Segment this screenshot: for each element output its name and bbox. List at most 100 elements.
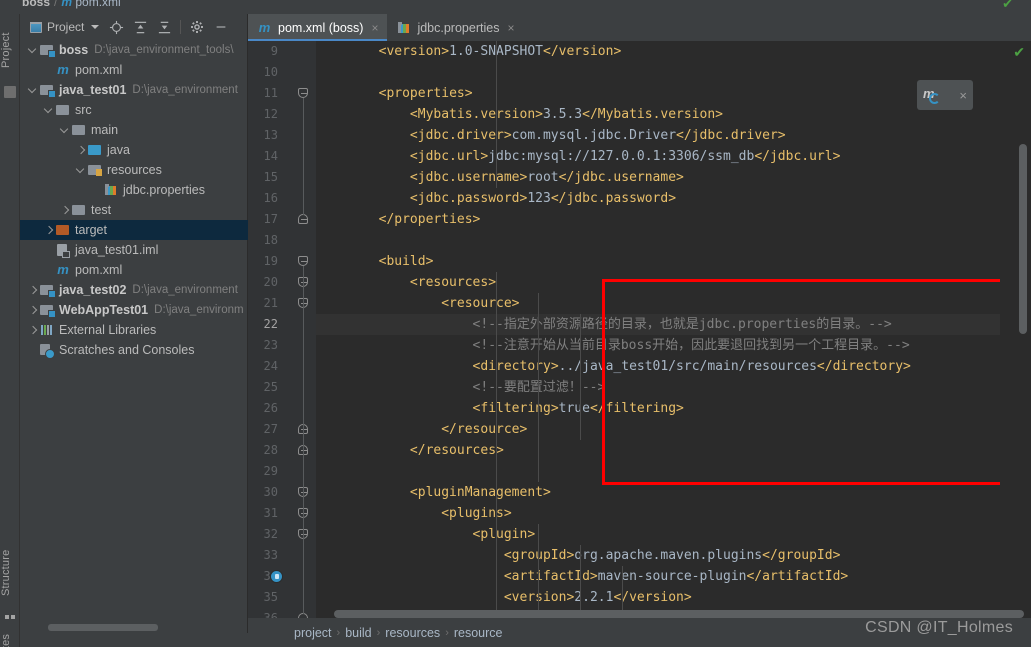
code-line[interactable]: <!--注意开始从当前目录boss开始，因此要退回找到另一个工程目录。--> [316,335,1000,356]
tree-item-java[interactable]: java [20,140,248,160]
tool-button-project[interactable]: Project [0,18,20,82]
code-line[interactable]: <directory>../java_test01/src/main/resou… [316,356,1000,377]
code-line[interactable]: <groupId>org.apache.maven.plugins</group… [316,545,1000,566]
breadcrumb-file[interactable]: pom.xml [75,0,120,9]
project-tool-window: Project boss D:\java_environment_tools\ m p… [20,14,248,633]
locate-icon[interactable] [105,16,127,38]
tree-item-boss[interactable]: boss D:\java_environment_tools\ [20,40,248,60]
tree-item-pom-xml[interactable]: m pom.xml [20,260,248,280]
editor-vertical-scrollbar-thumb[interactable] [1019,144,1027,334]
editor-horizontal-scrollbar[interactable] [316,610,1024,618]
maven-reload-icon[interactable]: m [923,86,941,104]
breadcrumb-separator: / [54,0,58,9]
code-line[interactable]: </resources> [316,440,1000,461]
breadcrumb-resource[interactable]: resource [454,626,503,640]
tree-item-java-test02[interactable]: java_test02 D:\java_environment [20,280,248,300]
code-line[interactable]: <version>1.0-SNAPSHOT</version> [316,41,1000,62]
close-icon[interactable]: × [371,21,378,35]
breadcrumb-resources[interactable]: resources [385,626,440,640]
breadcrumb-project[interactable]: project [294,626,332,640]
tree-item-resources[interactable]: resources [20,160,248,180]
tree-item-scratches-and-consoles[interactable]: Scratches and Consoles [20,340,248,360]
chevron-right-icon[interactable] [44,225,55,236]
project-tree[interactable]: boss D:\java_environment_tools\ m pom.xml ja… [20,40,248,623]
tree-item-label: java_test01.iml [75,243,159,257]
close-icon[interactable]: × [959,88,967,103]
project-tree-horizontal-scrollbar[interactable] [48,624,158,631]
tree-item-test[interactable]: test [20,200,248,220]
code-line[interactable]: <jdbc.driver>com.mysql.jdbc.Driver</jdbc… [316,125,1000,146]
gutter-line-number: 15 [263,170,278,184]
chevron-down-icon[interactable] [28,85,39,96]
tree-item-java-test01[interactable]: java_test01 D:\java_environment [20,80,248,100]
code-token: </artifactId> [746,569,849,584]
tree-item-main[interactable]: main [20,120,248,140]
tree-item-webapptest01[interactable]: WebAppTest01 D:\java_environm [20,300,248,320]
code-line[interactable]: <properties> [316,83,1000,104]
code-line[interactable] [316,461,1000,482]
chevron-down-icon[interactable] [76,165,87,176]
tree-item-target[interactable]: target [20,220,248,240]
gutter-line-number: 10 [263,65,278,79]
tree-item-pom-xml[interactable]: m pom.xml [20,60,248,80]
tool-button-structure[interactable]: Structure [0,534,20,612]
code-line[interactable]: <plugin> [316,524,1000,545]
tree-item-label: java [107,143,130,157]
code-token: <properties> [378,86,473,101]
collapse-all-icon[interactable] [153,16,175,38]
chevron-right-icon[interactable] [76,145,87,156]
code-line[interactable]: <build> [316,251,1000,272]
code-line[interactable]: <artifactId>maven-source-plugin</artifac… [316,566,1000,587]
editor-gutter[interactable]: 9 10 11 12 13 14 15 16 17 18 19 20 21 22 23 24 25 26 27 28 2… [248,41,316,625]
code-line[interactable]: <Mybatis.version>3.5.3</Mybatis.version> [316,104,1000,125]
expand-all-icon[interactable] [129,16,151,38]
code-line[interactable]: <pluginManagement> [316,482,1000,503]
code-line[interactable]: </resource> [316,419,1000,440]
code-token: jdbc:mysql://127.0.0.1:3306/ssm_db [488,149,755,164]
chevron-right-icon[interactable] [28,285,39,296]
tree-item-java-test01-iml[interactable]: java_test01.iml [20,240,248,260]
intention-bulb-icon[interactable] [270,570,283,583]
tool-button-favorites[interactable]: orites [0,618,20,647]
tree-item-label: Scratches and Consoles [59,343,195,357]
inspection-ok-icon[interactable]: ✔ [1013,44,1025,61]
breadcrumb-build[interactable]: build [345,626,371,640]
project-view-selector[interactable]: Project [26,18,103,36]
code-line[interactable]: <jdbc.username>root</jdbc.username> [316,167,1000,188]
code-line[interactable] [316,62,1000,83]
editor-tab-jdbc-properties[interactable]: jdbc.properties × [387,14,523,41]
code-line[interactable]: <!--指定外部资源路径的目录，也就是jdbc.properties的目录。--… [316,314,1000,335]
tree-item-src[interactable]: src [20,100,248,120]
close-icon[interactable]: × [507,21,514,35]
chevron-right-icon[interactable] [28,305,39,316]
code-line[interactable]: <resource> [316,293,1000,314]
code-line[interactable]: <filtering>true</filtering> [316,398,1000,419]
code-line[interactable]: <resources> [316,272,1000,293]
watermark-text: CSDN @IT_Holmes [865,619,1013,636]
chevron-right-icon[interactable] [28,325,39,336]
code-line[interactable]: <jdbc.password>123</jdbc.password> [316,188,1000,209]
tree-item-external-libraries[interactable]: External Libraries [20,320,248,340]
scratches-icon [39,342,55,359]
settings-gear-icon[interactable] [186,16,208,38]
editor-horizontal-scrollbar-thumb[interactable] [334,610,1024,618]
editor-code-area[interactable]: <version>1.0-SNAPSHOT</version> <propert… [316,41,1000,618]
chevron-down-icon[interactable] [28,45,39,56]
chevron-right-icon[interactable] [60,205,71,216]
tree-item-jdbc-properties[interactable]: jdbc.properties [20,180,248,200]
hide-icon[interactable] [210,16,232,38]
code-line[interactable]: <!--要配置过滤！--> [316,377,1000,398]
editor-scrollbar-column[interactable]: ✔ [1000,41,1031,618]
code-line[interactable]: </properties> [316,209,1000,230]
chevron-down-icon[interactable] [44,105,55,116]
breadcrumb-project[interactable]: boss [22,0,50,9]
code-line[interactable]: <version>2.2.1</version> [316,587,1000,608]
code-line[interactable]: <jdbc.url>jdbc:mysql://127.0.0.1:3306/ss… [316,146,1000,167]
code-line[interactable]: <plugins> [316,503,1000,524]
editor-tab-pom-xml-boss-[interactable]: m pom.xml (boss) × [248,14,388,41]
code-token: <filtering> [472,401,559,416]
maven-reload-popup[interactable]: m × [917,80,973,110]
chevron-down-icon[interactable] [60,125,71,136]
code-line[interactable] [316,230,1000,251]
